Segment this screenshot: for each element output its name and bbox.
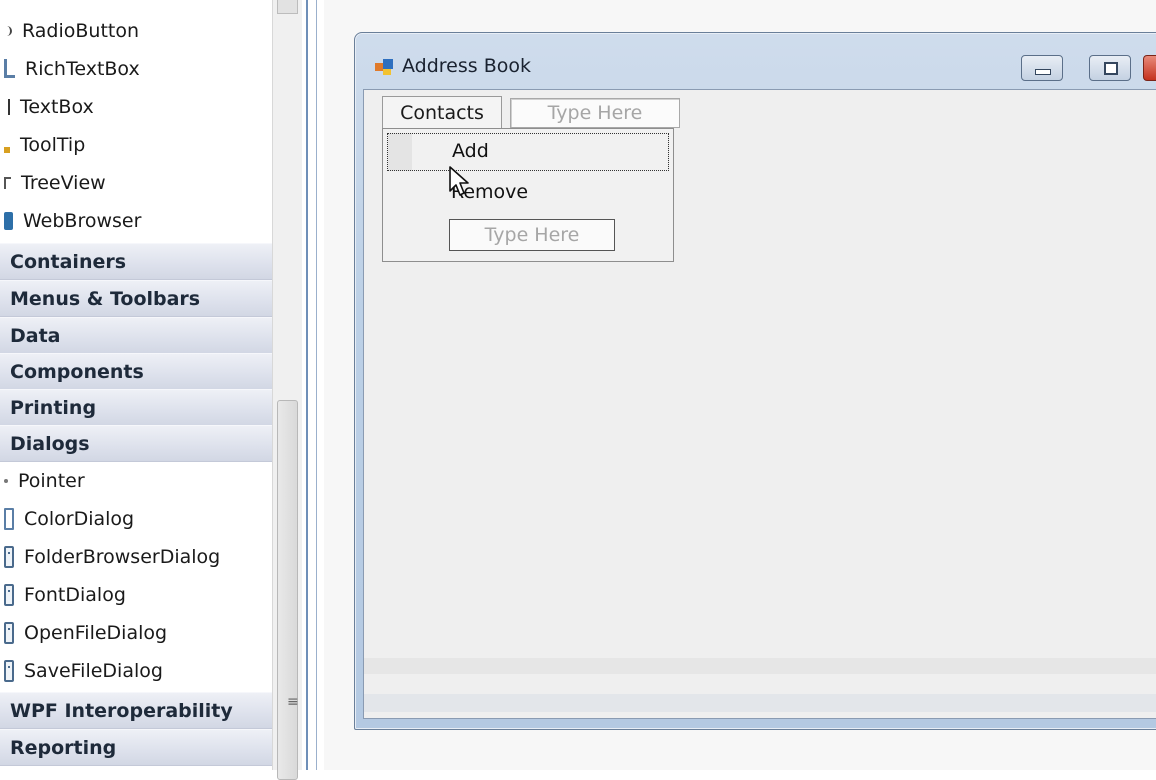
close-button[interactable] xyxy=(1143,55,1156,81)
toolbox-item-pointer[interactable]: Pointer xyxy=(0,462,272,499)
toolbox-category-containers[interactable]: Containers xyxy=(0,243,272,280)
toolbox-item-label: RichTextBox xyxy=(25,57,140,80)
toolbox-scrollbar[interactable]: ≡ xyxy=(272,0,302,780)
toolbox-item-label: Pointer xyxy=(18,469,85,492)
toolbox-item-openfiledialog[interactable]: OpenFileDialog xyxy=(0,614,272,651)
toolbox-item-label: TreeView xyxy=(21,171,106,194)
colordialog-icon xyxy=(4,507,14,530)
toolbox-item-label: TextBox xyxy=(20,95,94,118)
savefiledialog-icon xyxy=(4,659,14,682)
radiobutton-icon xyxy=(4,25,12,36)
form-title: Address Book xyxy=(402,55,531,77)
scrollbar-top-cap xyxy=(277,0,298,14)
pointer-icon xyxy=(4,478,8,483)
menu-item-add[interactable]: Add xyxy=(387,133,669,171)
form-client-area: Contacts Type Here Add Remove Type Here xyxy=(363,89,1156,719)
menu-item-contacts[interactable]: Contacts xyxy=(382,96,502,128)
client-shade xyxy=(364,658,1156,674)
toolbox-item-label: FontDialog xyxy=(24,583,126,606)
richtextbox-icon xyxy=(4,59,15,78)
toolbox-category-wpf-interoperability[interactable]: WPF Interoperability xyxy=(0,692,272,729)
toolbox-category-components[interactable]: Components xyxy=(0,353,272,390)
toolbox-item-tooltip[interactable]: ToolTip xyxy=(0,126,272,163)
scrollbar-thumb[interactable]: ≡ xyxy=(277,400,299,780)
contacts-dropdown-menu: Add Remove Type Here xyxy=(382,128,674,262)
textbox-icon xyxy=(4,98,10,115)
scrollbar-grip-icon: ≡ xyxy=(287,694,299,710)
toolbox-category-menus-toolbars[interactable]: Menus & Toolbars xyxy=(0,280,272,317)
toolbox-item-fontdialog[interactable]: FontDialog xyxy=(0,576,272,613)
client-shade xyxy=(364,694,1156,712)
toolbox-panel: RadioButton RichTextBox TextBox ToolTip … xyxy=(0,0,272,770)
toolbox-item-label: ToolTip xyxy=(20,133,86,156)
toolbox-item-label: OpenFileDialog xyxy=(24,621,168,644)
openfiledialog-icon xyxy=(4,621,14,644)
toolbox-item-label: WebBrowser xyxy=(23,209,142,232)
dropdown-type-here-box[interactable]: Type Here xyxy=(449,219,615,251)
mouse-cursor-icon xyxy=(449,166,469,196)
form-window[interactable]: Address Book Contacts Type Here Add Remo… xyxy=(354,32,1156,730)
toolbox-item-label: RadioButton xyxy=(22,19,140,42)
fontdialog-icon xyxy=(4,583,14,606)
minimize-button[interactable] xyxy=(1021,55,1063,81)
treeview-icon xyxy=(4,176,11,189)
toolbox-item-folderbrowserdialog[interactable]: FolderBrowserDialog xyxy=(0,538,272,575)
webbrowser-icon xyxy=(4,211,13,230)
toolbox-item-label: FolderBrowserDialog xyxy=(24,545,221,568)
panel-splitter[interactable] xyxy=(302,0,324,770)
tooltip-icon xyxy=(4,146,10,153)
toolbox-item-label: ColorDialog xyxy=(24,507,135,530)
menu-item-label: Add xyxy=(452,140,489,162)
toolbox-category-data[interactable]: Data xyxy=(0,317,272,354)
toolbox-item-treeview[interactable]: TreeView xyxy=(0,164,272,201)
toolbox-item-textbox[interactable]: TextBox xyxy=(0,88,272,125)
toolbox-item-webbrowser[interactable]: WebBrowser xyxy=(0,202,272,239)
menu-type-here-box[interactable]: Type Here xyxy=(510,98,680,128)
folderbrowserdialog-icon xyxy=(4,545,14,568)
toolbox-item-colordialog[interactable]: ColorDialog xyxy=(0,500,272,537)
toolbox-item-savefiledialog[interactable]: SaveFileDialog xyxy=(0,652,272,689)
toolbox-item-label: SaveFileDialog xyxy=(24,659,163,682)
toolbox-category-reporting[interactable]: Reporting xyxy=(0,729,272,766)
menu-item-remove[interactable]: Remove xyxy=(387,175,669,213)
toolbox-item-radiobutton[interactable]: RadioButton xyxy=(0,12,272,49)
toolbox-category-dialogs[interactable]: Dialogs xyxy=(0,425,272,462)
form-app-icon xyxy=(375,59,393,75)
toolbox-category-printing[interactable]: Printing xyxy=(0,389,272,426)
toolbox-item-richtextbox[interactable]: RichTextBox xyxy=(0,50,272,87)
maximize-button[interactable] xyxy=(1089,55,1131,81)
